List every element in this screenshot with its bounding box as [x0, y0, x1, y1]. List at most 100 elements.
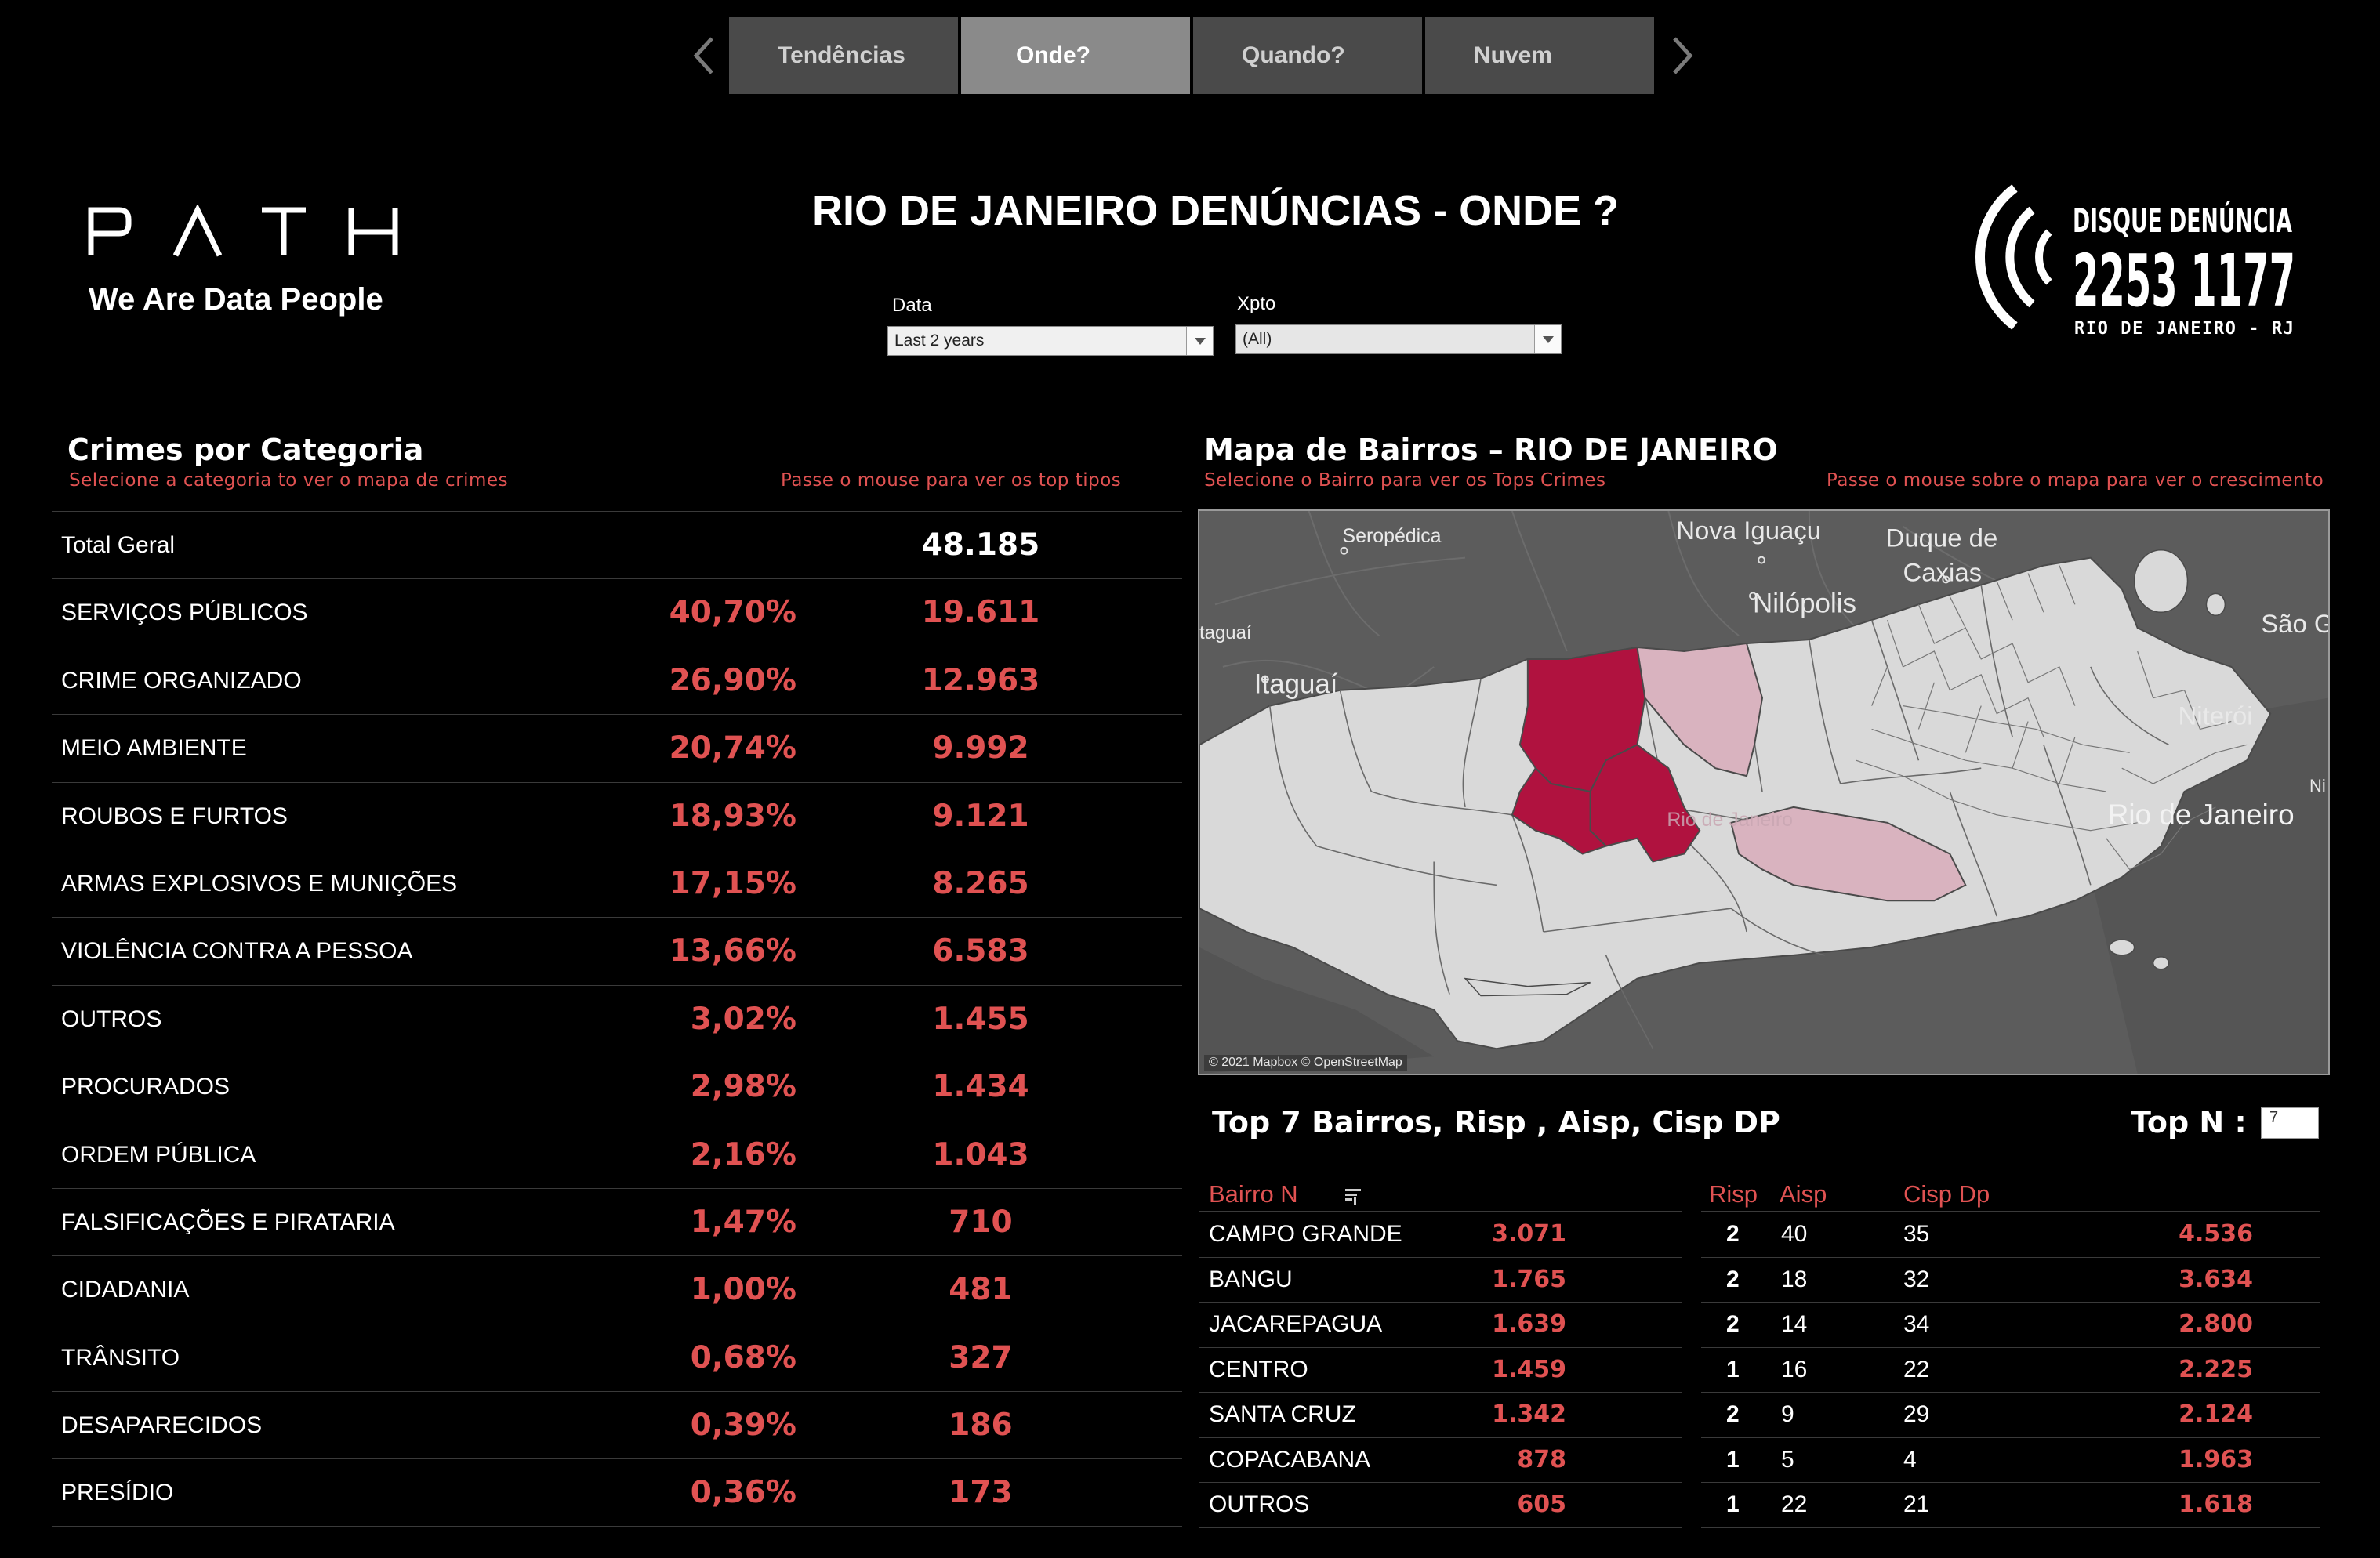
risp-value: 1: [1726, 1446, 1740, 1473]
path-logo: [88, 203, 401, 260]
table-row[interactable]: SERVIÇOS PÚBLICOS 40,70% 19.611: [52, 578, 1182, 646]
divider: [1199, 1527, 1682, 1528]
tab-tendencias[interactable]: Tendências: [729, 17, 958, 94]
table-row[interactable]: JACAREPAGUA 1.639 2 14 34 2.800: [1199, 1303, 2320, 1348]
category-pct: 26,90%: [669, 662, 796, 698]
category-name: MEIO AMBIENTE: [61, 735, 247, 762]
filter-xpto-dropdown[interactable]: (All): [1235, 324, 1562, 354]
dashboard-nav: Tendências Onde? Quando? Nuvem: [679, 17, 1707, 94]
topn-input[interactable]: 7: [2261, 1107, 2319, 1139]
tab-onde[interactable]: Onde?: [961, 17, 1190, 94]
table-row[interactable]: SANTA CRUZ 1.342 2 9 29 2.124: [1199, 1393, 2320, 1438]
table-row[interactable]: CRIME ORGANIZADO 26,90% 12.963: [52, 646, 1182, 714]
col-header-risp[interactable]: Risp: [1709, 1180, 1758, 1208]
risp-value: 2: [1726, 1266, 1740, 1292]
filter-data-label: Data: [892, 295, 932, 316]
col-header-bairro[interactable]: Bairro N: [1209, 1180, 1298, 1208]
table-row[interactable]: OUTROS 3,02% 1.455: [52, 984, 1182, 1053]
category-pct: 2,16%: [690, 1136, 796, 1172]
table-row[interactable]: CAMPO GRANDE 3.071 2 40 35 4.536: [1199, 1212, 2320, 1258]
categories-table: Total Geral 48.185 SERVIÇOS PÚBLICOS 40,7…: [52, 511, 1182, 1527]
table-row[interactable]: CIDADANIA 1,00% 481: [52, 1255, 1182, 1323]
category-name: CIDADANIA: [61, 1277, 190, 1303]
category-name: DESAPARECIDOS: [61, 1412, 263, 1439]
aisp-value: 18: [1781, 1266, 1808, 1292]
table-row[interactable]: PROCURADOS 2,98% 1.434: [52, 1053, 1182, 1120]
table-row[interactable]: TRÂNSITO 0,68% 327: [52, 1323, 1182, 1391]
map-label-nova-iguacu: Nova Iguaçu: [1676, 516, 1821, 545]
category-value: 1.434: [932, 1069, 1029, 1105]
category-value: 8.265: [932, 865, 1029, 901]
table-row[interactable]: PRESÍDIO 0,36% 173: [52, 1458, 1182, 1527]
map-label-itaguai-edge: taguaí: [1199, 622, 1252, 643]
category-name: PROCURADOS: [61, 1074, 230, 1100]
category-name: OUTROS: [61, 1005, 162, 1032]
aisp-value: 5: [1781, 1446, 1794, 1473]
category-pct: 13,66%: [669, 933, 796, 969]
hotline-line3: RIO DE JANEIRO - RJ: [2074, 319, 2294, 339]
cisp-value: 22: [1903, 1356, 1930, 1382]
map-credit[interactable]: © 2021 Mapbox © OpenStreetMap: [1204, 1055, 1407, 1071]
category-name: CRIME ORGANIZADO: [61, 667, 302, 694]
category-name: TRÂNSITO: [61, 1344, 180, 1371]
risp-value: 2: [1726, 1311, 1740, 1337]
category-value: 481: [949, 1272, 1013, 1308]
category-name: SERVIÇOS PÚBLICOS: [61, 600, 308, 626]
brand-tagline: We Are Data People: [89, 282, 383, 317]
map-hint-right: Passe o mouse sobre o mapa para ver o cr…: [1827, 470, 2324, 491]
category-value: 48.185: [921, 527, 1040, 563]
category-pct: 3,02%: [690, 1001, 796, 1037]
table-row[interactable]: VIOLÊNCIA CONTRA A PESSOA 13,66% 6.583: [52, 917, 1182, 984]
bairros-map[interactable]: Seropédica Nova Iguaçu Duque de Caxias N…: [1198, 509, 2330, 1075]
cisp-value: 34: [1903, 1311, 1930, 1337]
table-row[interactable]: ORDEM PÚBLICA 2,16% 1.043: [52, 1120, 1182, 1188]
chevron-down-icon[interactable]: [1534, 325, 1561, 353]
bairro-name: SANTA CRUZ: [1209, 1401, 1356, 1427]
category-value: 173: [949, 1475, 1013, 1511]
table-row[interactable]: OUTROS 605 1 22 21 1.618: [1199, 1483, 2320, 1528]
bairro-name: CENTRO: [1209, 1356, 1308, 1382]
category-pct: 0,36%: [690, 1475, 796, 1511]
table-row[interactable]: DESAPARECIDOS 0,39% 186: [52, 1391, 1182, 1458]
cisp-value: 29: [1903, 1401, 1930, 1427]
table-row-total[interactable]: Total Geral 48.185: [52, 511, 1182, 578]
category-value: 6.583: [932, 933, 1029, 969]
category-value: 186: [949, 1408, 1013, 1444]
table-row[interactable]: FALSIFICAÇÕES E PIRATARIA 1,47% 710: [52, 1187, 1182, 1255]
col-header-cisp[interactable]: Cisp Dp: [1903, 1180, 1990, 1208]
category-pct: 40,70%: [669, 595, 796, 631]
table-row[interactable]: ARMAS EXPLOSIVOS E MUNIÇÕES 17,15% 8.265: [52, 849, 1182, 917]
category-name: ARMAS EXPLOSIVOS E MUNIÇÕES: [61, 870, 458, 897]
bairro-name: COPACABANA: [1209, 1446, 1371, 1473]
filter-xpto-value: (All): [1243, 330, 1272, 348]
category-pct: 1,47%: [690, 1204, 796, 1240]
chevron-down-icon[interactable]: [1186, 327, 1213, 355]
category-pct: 20,74%: [669, 730, 796, 766]
category-pct: 2,98%: [690, 1069, 796, 1105]
table-row[interactable]: CENTRO 1.459 1 16 22 2.225: [1199, 1348, 2320, 1393]
tab-nuvem[interactable]: Nuvem: [1425, 17, 1654, 94]
col-header-aisp[interactable]: Aisp: [1780, 1180, 1827, 1208]
table-row[interactable]: COPACABANA 878 1 5 4 1.963: [1199, 1438, 2320, 1483]
chevron-right-icon[interactable]: [1657, 17, 1707, 94]
category-value: 19.611: [921, 595, 1040, 631]
table-row[interactable]: ROUBOS E FURTOS 18,93% 9.121: [52, 781, 1182, 850]
chevron-left-icon[interactable]: [679, 17, 729, 94]
category-name: FALSIFICAÇÕES E PIRATARIA: [61, 1208, 395, 1235]
map-hint-left: Selecione o Bairro para ver os Tops Crim…: [1204, 470, 1606, 491]
map-title: Mapa de Bairros – RIO DE JANEIRO: [1204, 433, 1778, 467]
category-value: 710: [949, 1204, 1013, 1240]
sort-icon[interactable]: [1344, 1187, 1364, 1207]
aisp-value: 14: [1781, 1311, 1808, 1337]
table-row[interactable]: MEIO AMBIENTE 20,74% 9.992: [52, 714, 1182, 781]
category-pct: 17,15%: [669, 865, 796, 901]
tab-quando[interactable]: Quando?: [1193, 17, 1422, 94]
filter-data-dropdown[interactable]: Last 2 years: [887, 326, 1214, 356]
aisp-value: 40: [1781, 1221, 1808, 1247]
bairro-name: OUTROS: [1209, 1491, 1310, 1517]
category-value: 9.992: [932, 730, 1029, 766]
category-value: 1.043: [932, 1136, 1029, 1172]
category-pct: 0,39%: [690, 1408, 796, 1444]
table-row[interactable]: BANGU 1.765 2 18 32 3.634: [1199, 1258, 2320, 1303]
category-value: 327: [949, 1339, 1013, 1375]
